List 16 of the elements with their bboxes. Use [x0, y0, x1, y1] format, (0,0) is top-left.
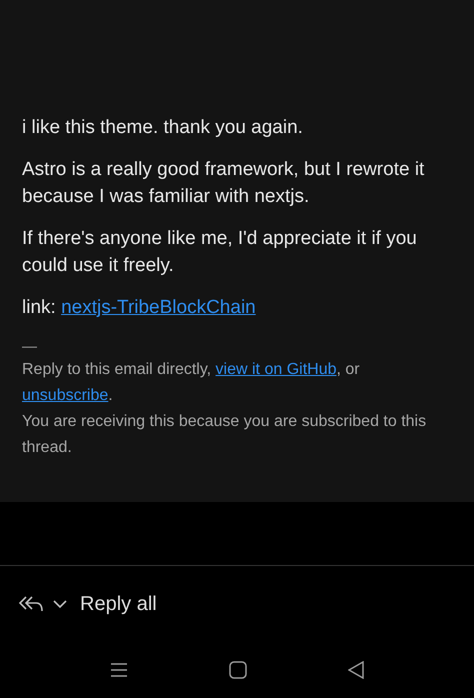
unsubscribe-link[interactable]: unsubscribe — [22, 387, 108, 404]
back-icon[interactable] — [348, 661, 364, 679]
home-icon[interactable] — [228, 661, 247, 679]
recent-apps-icon[interactable] — [110, 662, 128, 678]
message-paragraph: Astro is a really good framework, but I rewrote it because I was familiar with nextjs. — [22, 158, 426, 209]
reply-all-icon[interactable] — [18, 594, 44, 614]
message-paragraph: i like this theme. thank you again. — [22, 116, 304, 140]
repository-link[interactable]: nextjs-TribeBlockChain — [61, 297, 256, 318]
link-line: link: nextjs-TribeBlockChain — [22, 296, 257, 320]
caret-icon[interactable] — [52, 599, 68, 609]
subscription-notice: You are receiving this because you are subscribed to this thread. — [22, 412, 428, 458]
github-link[interactable]: view it on GitHub — [216, 361, 336, 378]
message-paragraph: If there's anyone like me, I'd appreciate it if you could use it freely. — [22, 227, 418, 278]
reply-all-button[interactable]: Reply all — [80, 589, 157, 619]
footer-text: Reply to this email directly, view it on GitHub, or unsubscribe. — [22, 360, 361, 406]
signature-dash: — — [22, 337, 38, 357]
